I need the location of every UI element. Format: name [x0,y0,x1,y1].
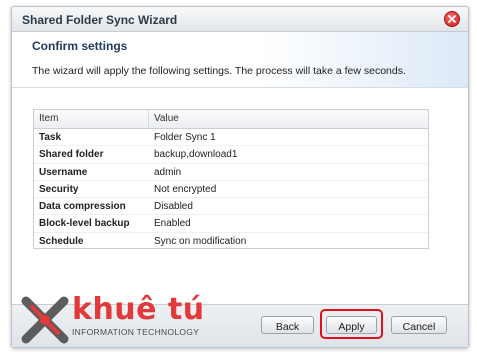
row-item: Shared folder [39,149,104,161]
row-item: Schedule [39,235,84,247]
apply-button[interactable]: Apply [326,316,377,334]
table-header: Item Value [34,110,428,129]
row-item: Username [39,166,88,178]
cancel-button[interactable]: Cancel [391,316,447,334]
row-value: Enabled [154,218,191,230]
step-title: Confirm settings [32,39,128,53]
row-value: Not encrypted [154,183,217,195]
column-header-value[interactable]: Value [149,110,428,128]
brand-tagline: INFORMATION TECHNOLOGY [72,327,200,337]
row-value: admin [154,166,182,178]
table-row: Shared folder backup,download1 [34,146,428,164]
step-description: The wizard will apply the following sett… [32,65,406,77]
row-item: Security [39,183,79,195]
table-row: Task Folder Sync 1 [34,129,428,147]
row-value: Folder Sync 1 [154,132,216,143]
column-header-item[interactable]: Item [34,110,149,128]
brand-name: khuê tú [72,292,205,327]
row-item: Data compression [39,201,126,213]
row-item: Block-level backup [39,218,130,230]
table-row: Data compression Disabled [34,198,428,216]
close-icon[interactable] [444,11,460,27]
brand-x-icon [21,296,69,344]
window-title: Shared Folder Sync Wizard [22,13,178,27]
table-row: Username admin [34,164,428,181]
table-row: Security Not encrypted [34,181,428,199]
settings-table: Item Value Task Folder Sync 1 Shared fol… [33,109,429,249]
title-bar: Shared Folder Sync Wizard [12,7,468,32]
table-row: Schedule Sync on modification [34,233,428,250]
row-value: backup,download1 [154,149,238,161]
row-item: Task [39,132,62,143]
table-row: Block-level backup Enabled [34,215,428,233]
watermark-logo: khuê tú INFORMATION TECHNOLOGY [20,292,210,348]
row-value: Disabled [154,201,193,213]
back-button[interactable]: Back [261,316,314,334]
row-value: Sync on modification [154,235,247,247]
